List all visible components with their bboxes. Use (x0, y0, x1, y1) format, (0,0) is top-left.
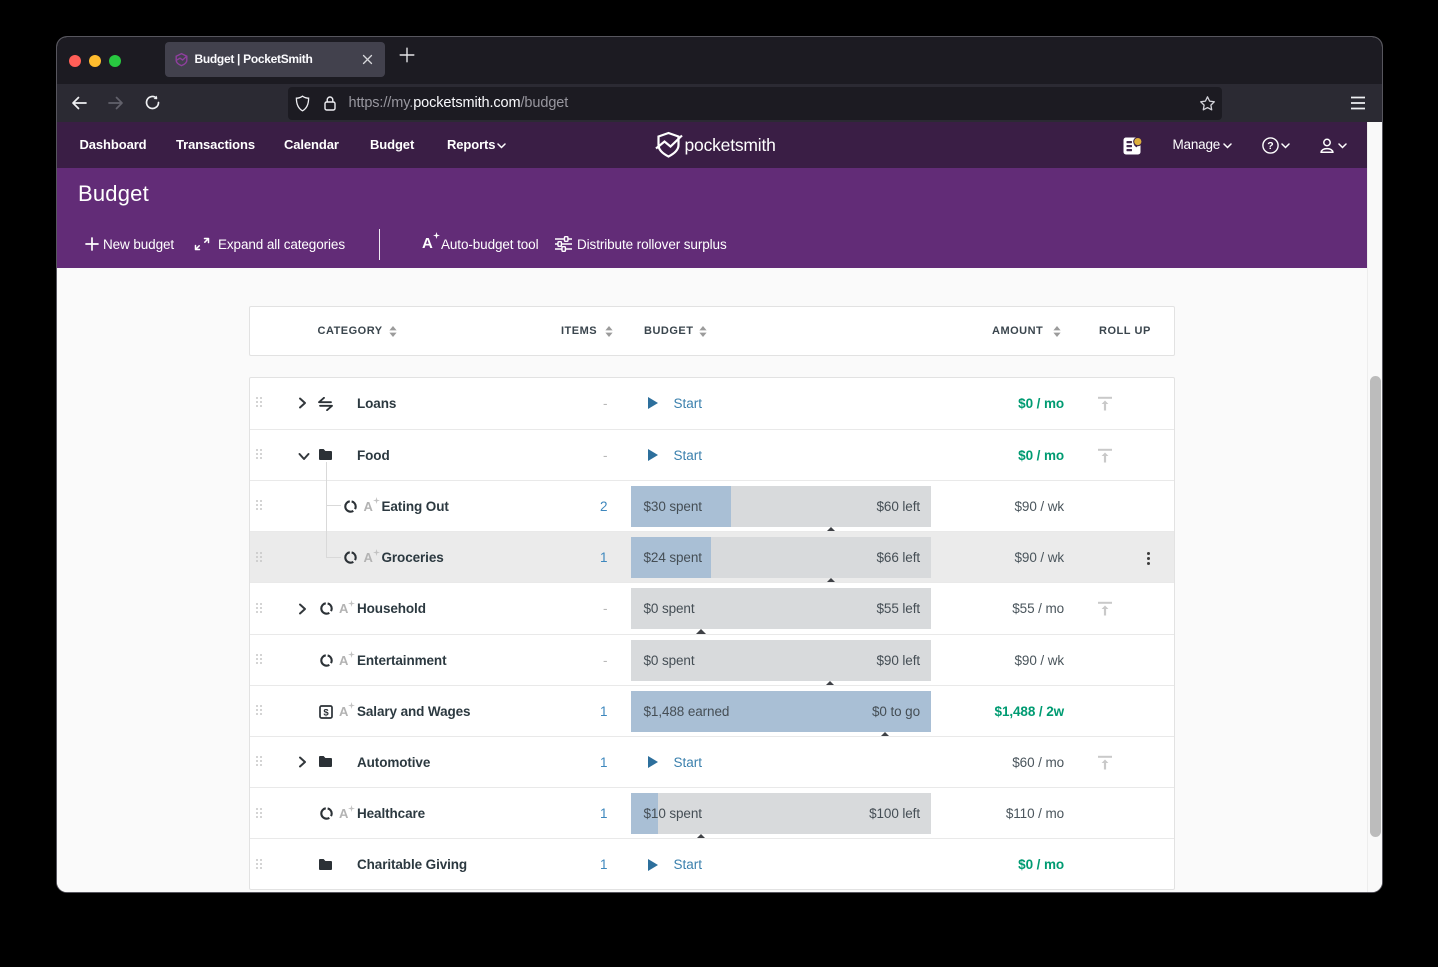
svg-text:$: $ (323, 707, 329, 718)
svg-text:?: ? (1267, 140, 1273, 152)
